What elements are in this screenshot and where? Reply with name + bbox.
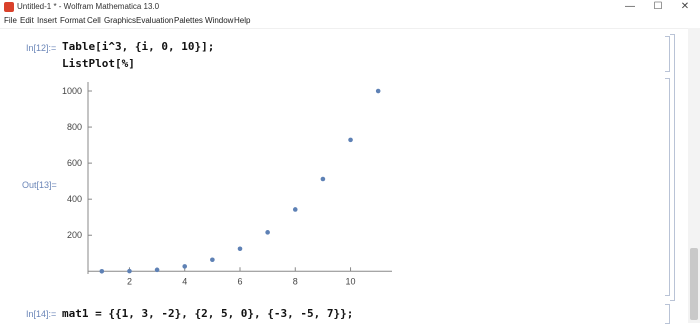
menu-window[interactable]: Window [205,16,233,26]
data-point [210,257,215,263]
scrollbar-thumb[interactable] [690,248,698,320]
menu-format[interactable]: Format [60,16,85,26]
y-tick-label: 400 [67,194,82,204]
menu-file[interactable]: File [4,16,17,26]
data-point [348,137,353,143]
y-tick-label: 1000 [62,86,82,96]
data-point [154,267,160,273]
mathematica-app-icon [4,2,14,12]
menu-bar: File Edit Insert Format Cell Graphics Ev… [0,14,700,29]
x-tick-label: 8 [293,276,298,286]
menu-help[interactable]: Help [234,16,250,26]
cell-bracket-out13[interactable] [665,78,670,296]
minimize-button[interactable]: — [615,0,645,14]
x-tick-label: 2 [127,276,132,286]
data-point [237,246,243,252]
menu-cell[interactable]: Cell [87,16,101,26]
cell-bracket-in14[interactable] [665,304,670,324]
data-point [127,268,132,274]
data-point [99,268,105,274]
data-point [265,230,270,235]
data-point [375,88,381,94]
cell-group-bracket[interactable] [670,34,675,301]
input-code-line-2[interactable]: ListPlot[%] [62,57,135,71]
input-label-12: In[12]:= [26,43,57,53]
window-title: Untitled-1 * - Wolfram Mathematica 13.0 [17,2,160,11]
input-code-mat1[interactable]: mat1 = {{1, 3, -2}, {2, 5, 0}, {-3, -5, … [62,307,353,321]
input-label-14: In[14]:= [26,309,57,319]
y-tick-label: 200 [67,230,82,240]
maximize-button[interactable]: ☐ [643,0,673,14]
menu-graphics[interactable]: Graphics [104,16,136,26]
output-label-13: Out[13]= [22,180,57,190]
close-button[interactable]: ✕ [670,0,700,14]
x-tick-label: 6 [237,276,242,286]
y-tick-label: 800 [67,122,82,132]
data-point [292,207,298,212]
data-point [182,264,188,269]
menu-edit[interactable]: Edit [20,16,34,26]
menu-insert[interactable]: Insert [37,16,57,26]
menu-evaluation[interactable]: Evaluation [136,16,173,26]
menu-palettes[interactable]: Palettes [174,16,203,26]
data-point [320,176,326,182]
input-code-line-1[interactable]: Table[i^3, {i, 0, 10}]; [62,40,214,54]
x-tick-label: 4 [182,276,187,286]
y-tick-label: 600 [67,158,82,168]
x-tick-label: 10 [346,276,356,286]
title-bar: Untitled-1 * - Wolfram Mathematica 13.0 … [0,0,700,14]
